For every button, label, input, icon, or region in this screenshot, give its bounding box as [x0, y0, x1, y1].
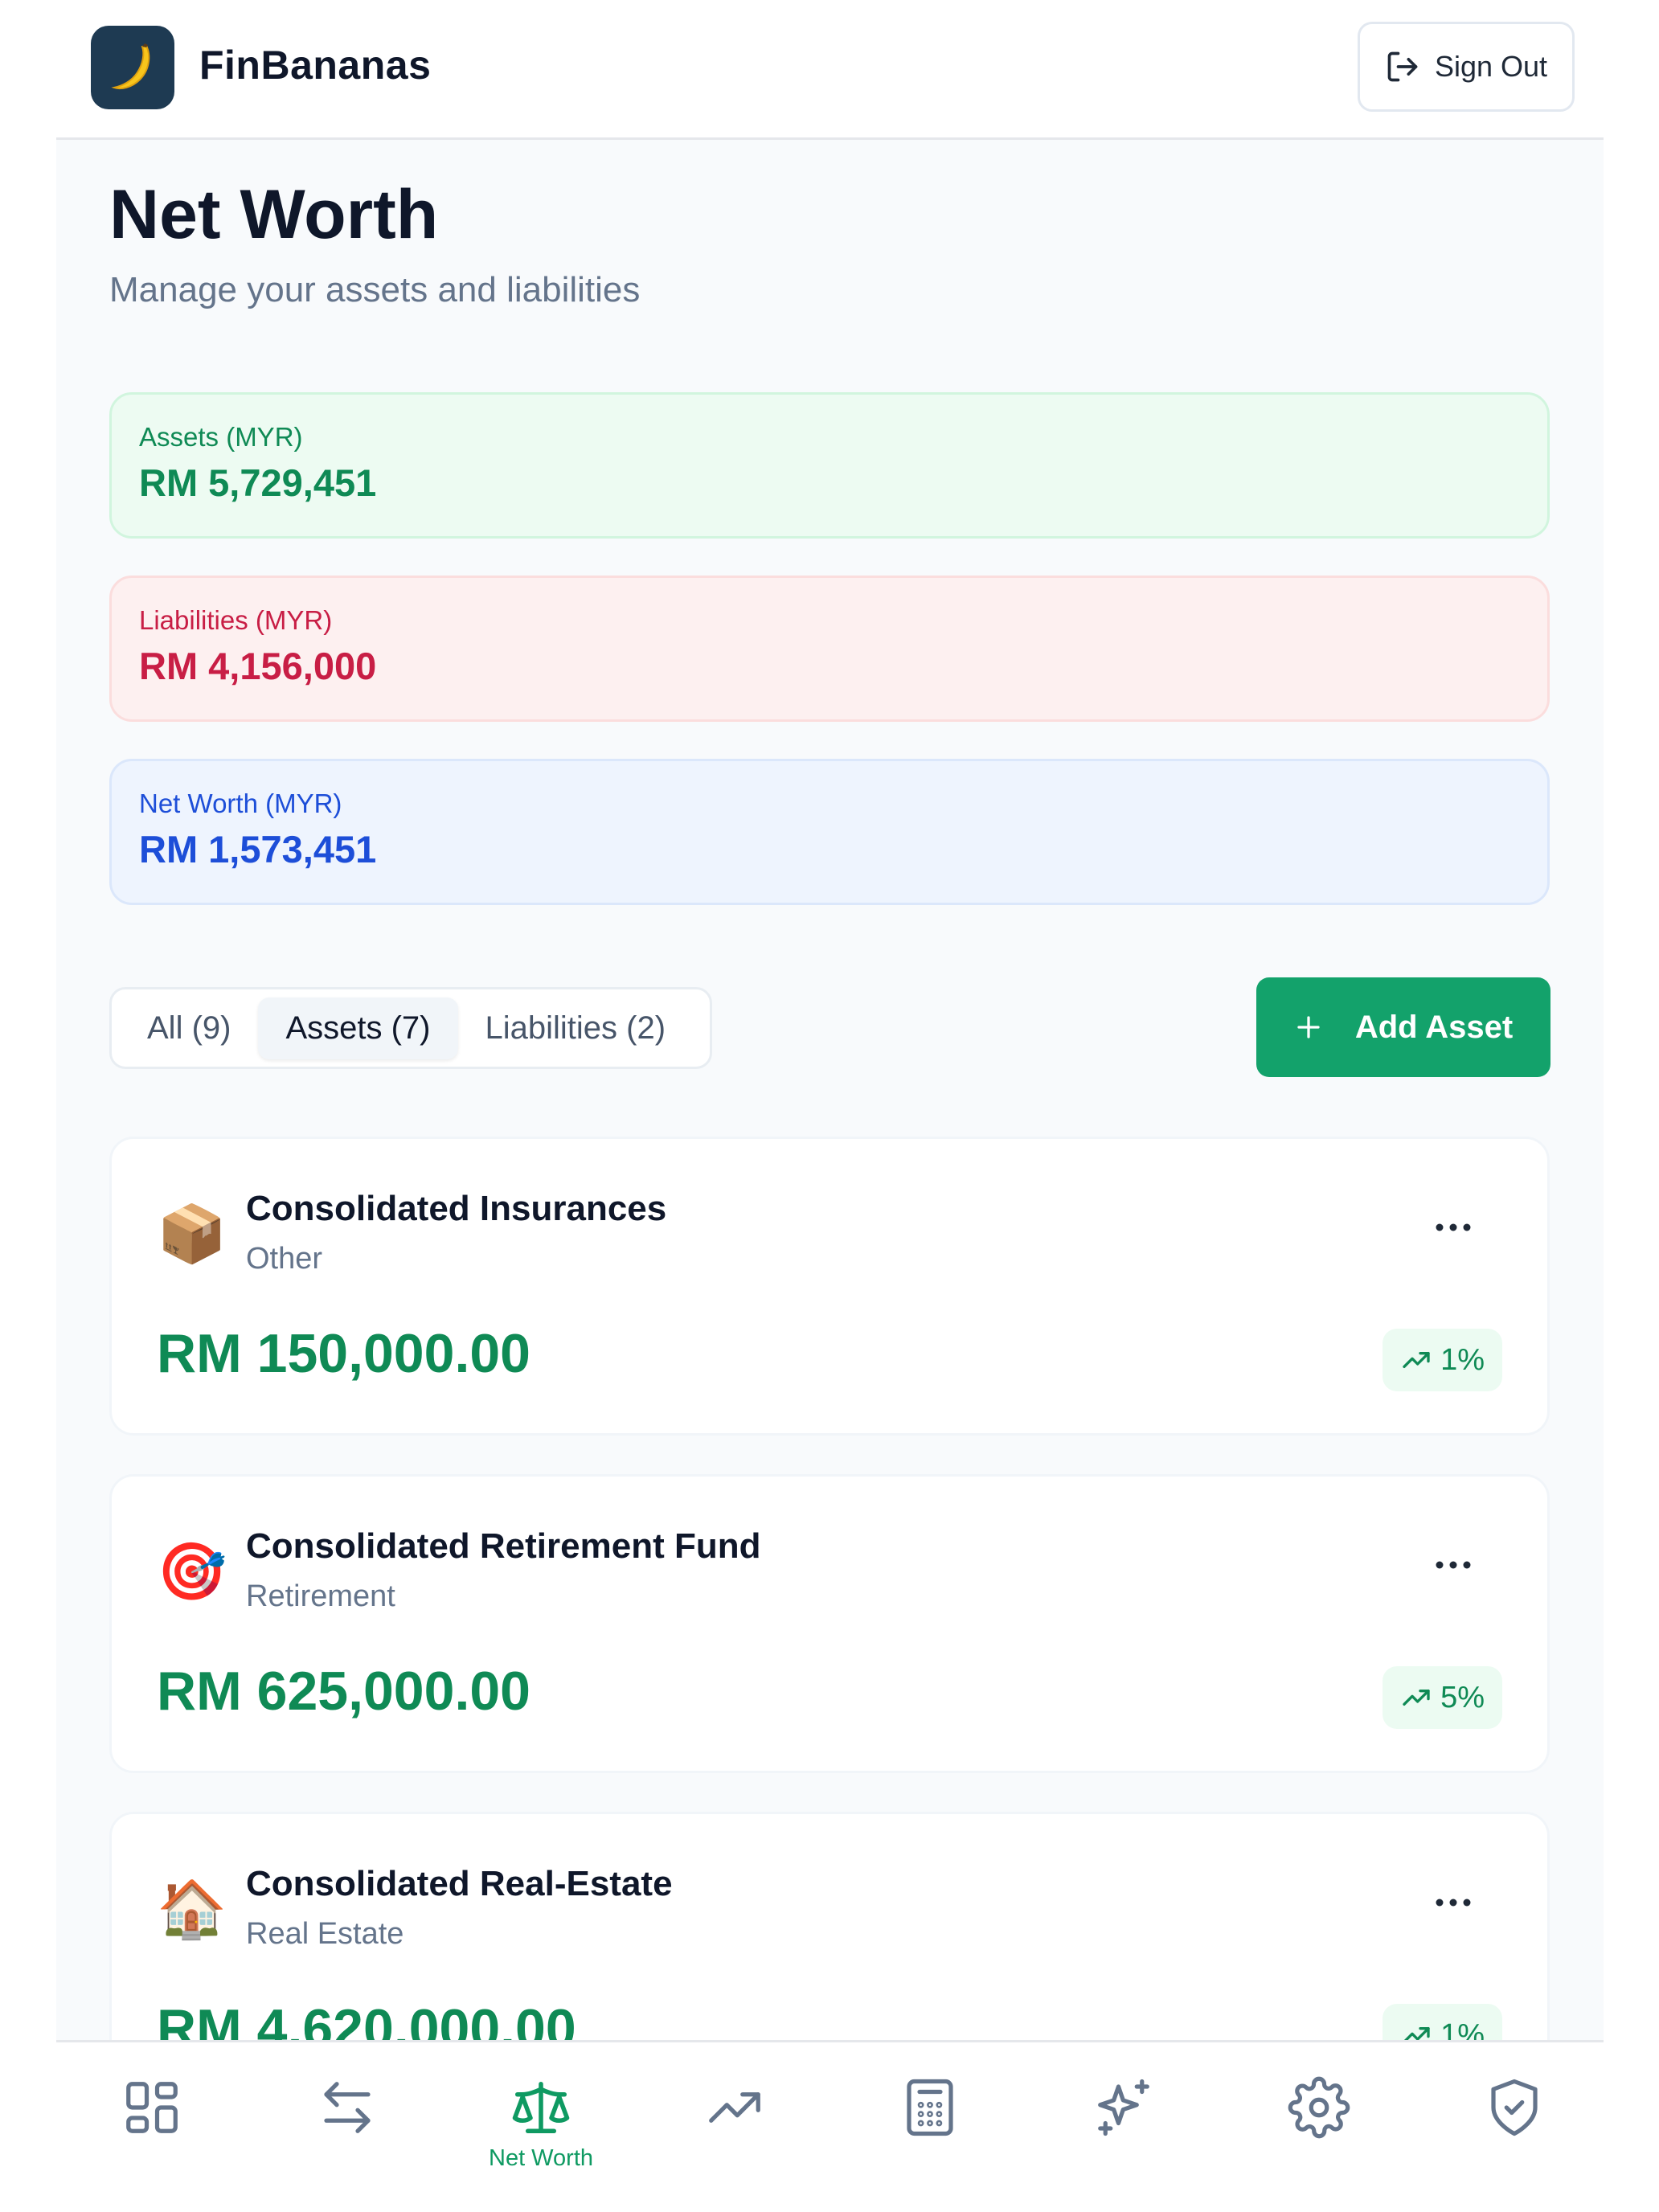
asset-name: Consolidated Retirement Fund: [246, 1526, 761, 1566]
liabilities-summary-card: Liabilities (MYR) RM 4,156,000: [109, 576, 1550, 722]
add-asset-label: Add Asset: [1354, 1009, 1514, 1045]
page-title: Net Worth: [109, 176, 439, 253]
assets-summary-card: Assets (MYR) RM 5,729,451: [109, 392, 1550, 539]
trending-up-icon: [709, 2092, 760, 2123]
more-options-icon[interactable]: [1433, 1895, 1473, 1911]
calculator-icon: [907, 2079, 953, 2136]
trending-up-icon: [1404, 2027, 1430, 2040]
tab-all[interactable]: All (9): [120, 997, 258, 1059]
nav-net-worth[interactable]: Net Worth: [489, 2076, 593, 2173]
more-options-icon[interactable]: [1433, 1219, 1473, 1235]
nav-calculator[interactable]: [882, 2076, 978, 2173]
app-logo: [91, 26, 174, 109]
asset-category: Retirement: [246, 1579, 395, 1613]
settings-icon: [1288, 2076, 1350, 2139]
net-worth-summary-label: Net Worth (MYR): [139, 789, 342, 818]
page-subtitle: Manage your assets and liabilities: [109, 270, 641, 309]
nav-settings[interactable]: [1271, 2076, 1367, 2173]
liabilities-summary-label: Liabilities (MYR): [139, 605, 333, 635]
nav-net-worth-label: Net Worth: [489, 2145, 594, 2171]
asset-name: Consolidated Real-Estate: [246, 1864, 673, 1903]
trending-up-icon: [1403, 1690, 1430, 1706]
asset-amount: RM 150,000.00: [157, 1323, 530, 1384]
tab-liabilities[interactable]: Liabilities (2): [458, 997, 694, 1059]
asset-amount: RM 625,000.00: [157, 1661, 530, 1722]
sign-out-button[interactable]: Sign Out: [1358, 22, 1575, 112]
nav-investments[interactable]: [686, 2076, 783, 2173]
sparkles-icon: [1098, 2079, 1149, 2136]
assets-summary-value: RM 5,729,451: [139, 461, 377, 504]
trending-up-icon: [1403, 1352, 1430, 1368]
app-brand-name: FinBananas: [199, 43, 432, 88]
transfer-arrows-icon: [324, 2082, 371, 2133]
asset-card[interactable]: 📦 Consolidated Insurances Other RM 150,0…: [109, 1137, 1550, 1436]
dashboard-icon: [126, 2082, 178, 2133]
box-icon: 📦: [157, 1202, 227, 1265]
target-icon: 🎯: [157, 1540, 227, 1603]
nav-security[interactable]: [1466, 2076, 1563, 2173]
asset-name: Consolidated Insurances: [246, 1189, 667, 1228]
app-page: FinBananas Sign Out Net Worth Manage you…: [0, 0, 1659, 2212]
nav-dashboard[interactable]: [104, 2076, 200, 2173]
asset-category: Real Estate: [246, 1917, 404, 1951]
asset-amount: RM 4,620,000.00: [157, 1998, 576, 2040]
asset-category: Other: [246, 1242, 323, 1276]
filter-tabs: All (9) Assets (7) Liabilities (2): [109, 987, 712, 1069]
net-worth-summary-value: RM 1,573,451: [139, 828, 377, 870]
liabilities-summary-value: RM 4,156,000: [139, 645, 377, 687]
change-value: 1%: [1440, 2017, 1485, 2041]
house-icon: 🏠: [157, 1878, 227, 1940]
add-asset-button[interactable]: Add Asset: [1256, 977, 1550, 1077]
change-badge: 5%: [1382, 1666, 1502, 1729]
nav-transactions[interactable]: [299, 2076, 395, 2173]
plus-icon: [1297, 1016, 1320, 1038]
asset-card[interactable]: 🏠 Consolidated Real-Estate Real Estate R…: [109, 1812, 1550, 2040]
shield-check-icon: [1491, 2079, 1538, 2136]
asset-card[interactable]: 🎯 Consolidated Retirement Fund Retiremen…: [109, 1474, 1550, 1773]
banana-icon: [111, 43, 150, 90]
change-badge: 1%: [1382, 2004, 1502, 2040]
scale-icon: [512, 2081, 570, 2134]
sign-out-label: Sign Out: [1434, 50, 1548, 83]
change-value: 5%: [1440, 1680, 1485, 1714]
logout-icon: [1387, 51, 1418, 82]
more-options-icon[interactable]: [1433, 1557, 1473, 1573]
change-badge: 1%: [1382, 1329, 1502, 1391]
assets-summary-label: Assets (MYR): [139, 422, 303, 452]
app-header: FinBananas Sign Out: [56, 0, 1604, 140]
bottom-navigation: Net Worth: [56, 2040, 1604, 2212]
net-worth-summary-card: Net Worth (MYR) RM 1,573,451: [109, 759, 1550, 905]
tab-assets[interactable]: Assets (7): [258, 997, 458, 1059]
main-content[interactable]: Net Worth Manage your assets and liabili…: [56, 140, 1604, 2040]
change-value: 1%: [1440, 1342, 1485, 1377]
nav-ai-assistant[interactable]: [1075, 2076, 1172, 2173]
